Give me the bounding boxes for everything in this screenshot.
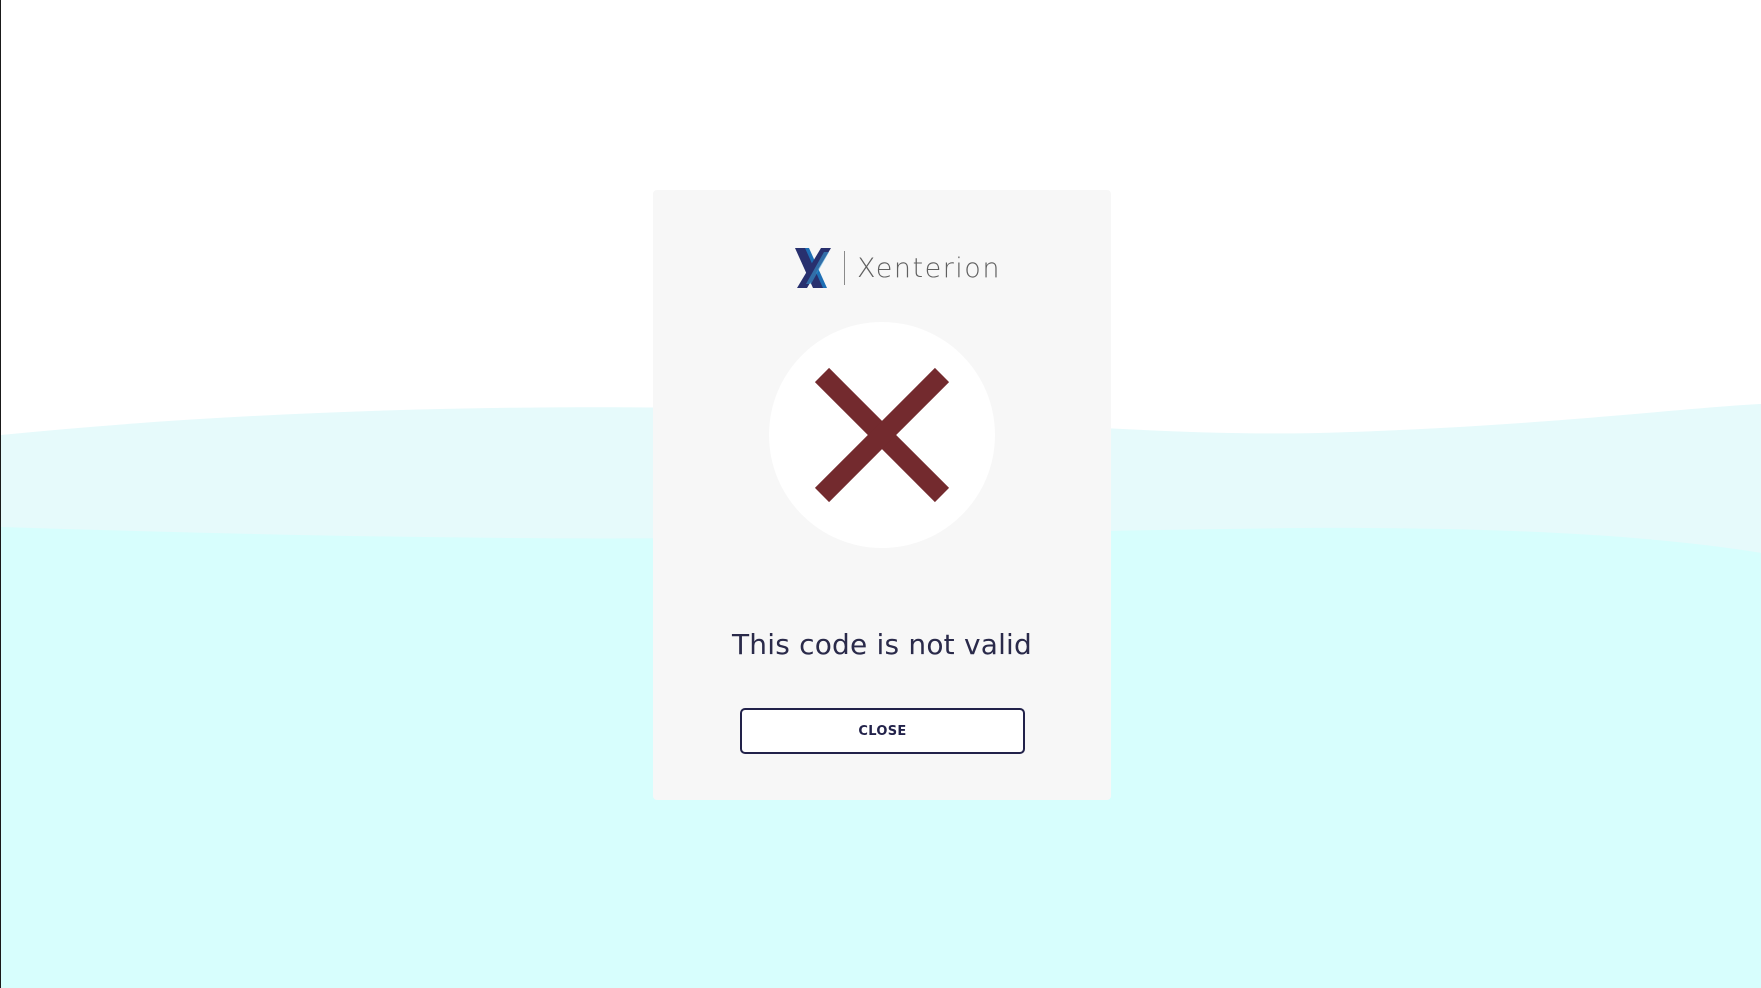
brand-logo: Xenterion <box>791 246 1001 290</box>
validation-card: Xenterion This code is not valid CLOSE <box>653 190 1111 800</box>
code-validation-page: Xenterion This code is not valid CLOSE <box>0 0 1761 988</box>
xenterion-x-logo-icon <box>795 248 831 288</box>
close-button[interactable]: CLOSE <box>740 708 1025 754</box>
error-x-icon <box>814 367 950 503</box>
brand-name: Xenterion <box>857 252 1001 284</box>
error-status-badge <box>769 322 995 548</box>
close-button-label: CLOSE <box>858 723 907 739</box>
logo-divider <box>844 251 845 285</box>
error-message: This code is not valid <box>731 628 1033 661</box>
